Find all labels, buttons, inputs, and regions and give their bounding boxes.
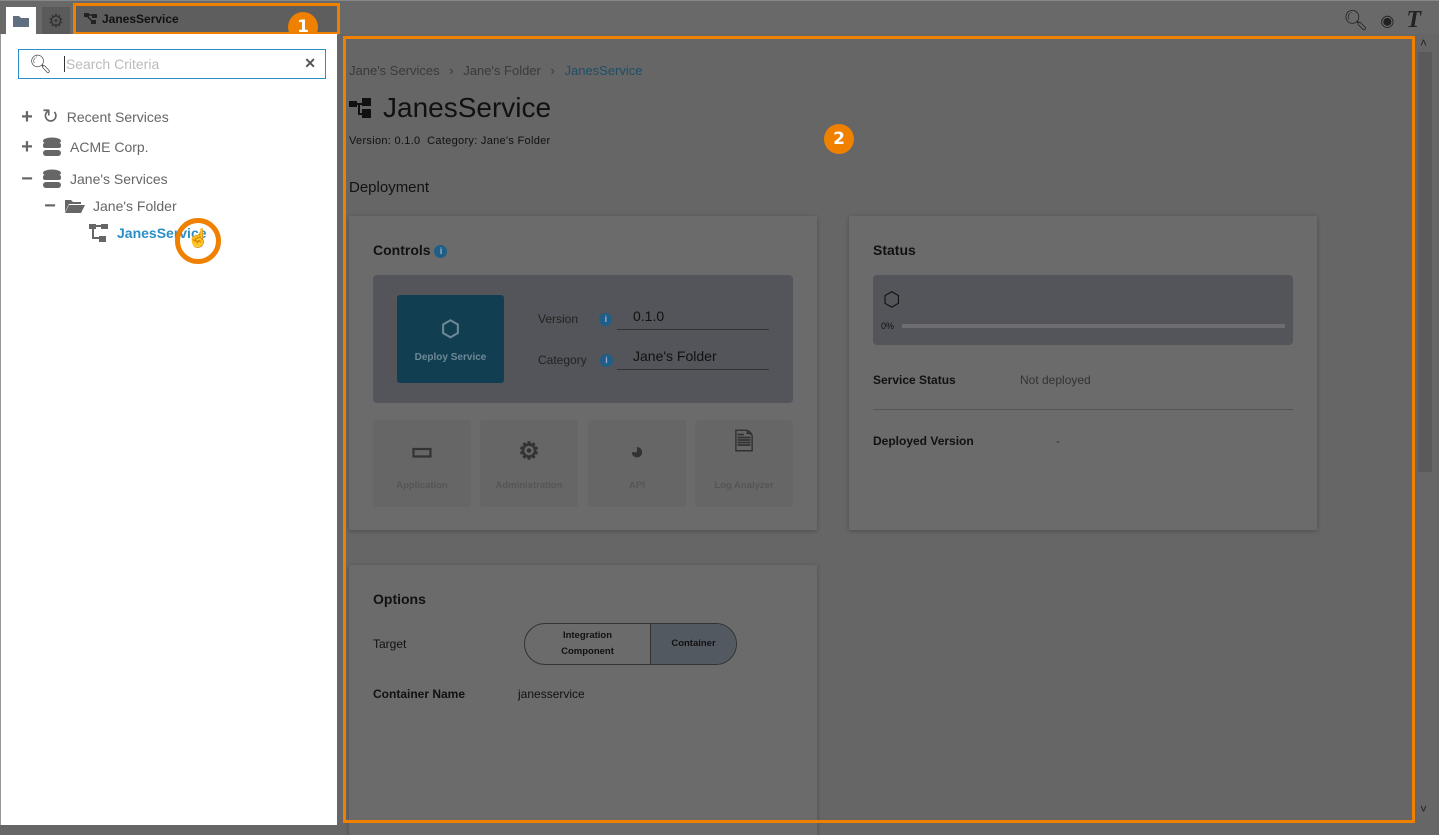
service-icon <box>84 13 97 24</box>
category-field[interactable]: Jane's Folder <box>617 348 769 370</box>
text-format-icon[interactable]: T <box>1406 7 1421 34</box>
progress-bar <box>902 324 1285 328</box>
breadcrumb-current: JanesService <box>564 63 643 78</box>
hand-cursor-icon: ☝ <box>187 228 210 248</box>
info-icon[interactable]: i <box>599 313 613 327</box>
sidebar: 🔍︎ Search Criteria ✕ + ↻ Recent Services +… <box>0 34 337 825</box>
scrollbar-thumb[interactable] <box>1418 52 1432 472</box>
category-label: Category i <box>538 353 614 368</box>
tree-item-acme[interactable]: + ACME Corp. <box>20 137 149 157</box>
expand-icon[interactable]: + <box>20 137 34 157</box>
eye-icon[interactable]: ◉ <box>1380 11 1394 31</box>
service-icon <box>349 98 371 118</box>
search-placeholder: Search Criteria <box>63 56 160 72</box>
title-text: JanesService <box>383 92 552 123</box>
tree-label: Jane's Services <box>70 171 168 187</box>
top-bar: ⚙ JanesService 1 🔍︎ ◉ T <box>0 0 1439 42</box>
status-card: Status ⬡ 0% Service Status Not deployed … <box>849 216 1317 530</box>
target-option-container[interactable]: Container <box>650 624 736 664</box>
clear-icon[interactable]: ✕ <box>304 55 316 72</box>
database-icon <box>43 137 61 156</box>
breadcrumb: Jane's Services › Jane's Folder › JanesS… <box>349 63 643 78</box>
tile-label: API <box>629 480 645 491</box>
card-title: Status <box>873 242 916 258</box>
deployed-version-label: Deployed Version <box>873 434 974 448</box>
version-field[interactable]: 0.1.0 <box>617 308 769 330</box>
info-icon[interactable]: i <box>600 354 614 368</box>
info-icon[interactable]: i <box>434 244 448 258</box>
options-card: Options Target Integration Component Con… <box>349 565 817 835</box>
api-tile[interactable]: ◕ API <box>588 420 686 507</box>
tree-label: Jane's Folder <box>93 198 177 214</box>
log-search-icon: 🗎 <box>734 429 754 456</box>
tree-label: Recent Services <box>66 108 169 125</box>
tree-item-janes-services[interactable]: − Jane's Services <box>20 169 168 189</box>
target-option-integration-component[interactable]: Integration Component <box>525 624 650 664</box>
breadcrumb-item[interactable]: Jane's Services <box>349 63 440 78</box>
application-tile[interactable]: ▭ Application <box>373 420 471 507</box>
card-title: Options <box>373 591 426 607</box>
history-icon: ↻ <box>42 106 59 128</box>
card-title: Controls <box>373 242 431 258</box>
tab-label: JanesService <box>102 12 179 26</box>
page-title: JanesService <box>349 92 551 124</box>
breadcrumb-sep: › <box>550 63 555 78</box>
target-label: Target <box>373 637 407 651</box>
tile-label: Log Analyzer <box>714 480 774 491</box>
button-label: Deploy Service <box>414 351 487 363</box>
tree-item-janes-folder[interactable]: − Jane's Folder <box>43 196 177 216</box>
breadcrumb-sep: › <box>449 63 454 78</box>
search-icon: 🔍︎ <box>29 53 52 74</box>
deploy-service-button[interactable]: ⬡ Deploy Service <box>397 295 504 383</box>
version-label: Version i <box>538 312 613 327</box>
folder-icon <box>13 16 29 27</box>
target-toggle: Integration Component Container <box>524 623 737 665</box>
search-icon[interactable]: 🔍︎ <box>1343 8 1368 33</box>
service-status-label: Service Status <box>873 373 956 387</box>
breadcrumb-item[interactable]: Jane's Folder <box>463 63 541 78</box>
service-meta: Version: 0.1.0 Category: Jane's Folder <box>349 135 551 147</box>
deploy-panel: ⬡ Deploy Service Version i 0.1.0 Category… <box>373 275 793 403</box>
tree-item-recent-services[interactable]: + ↻ Recent Services <box>20 104 169 129</box>
collapse-icon[interactable]: − <box>43 196 57 216</box>
tile-label: Application <box>396 480 448 491</box>
divider <box>873 409 1293 410</box>
scroll-up-icon[interactable]: ˄ <box>1420 36 1427 50</box>
tab-settings[interactable]: ⚙ <box>42 7 70 35</box>
service-status-value: Not deployed <box>1020 373 1091 387</box>
log-analyzer-tile[interactable]: 🗎 Log Analyzer <box>695 420 793 507</box>
folder-open-icon <box>65 200 85 213</box>
deploy-package-icon: ⬡ <box>440 315 461 341</box>
deploy-package-icon: ⬡ <box>883 289 901 311</box>
container-name-label: Container Name <box>373 687 466 701</box>
search-input[interactable]: 🔍︎ Search Criteria ✕ <box>18 49 326 79</box>
container-name-value: janesservice <box>518 687 585 701</box>
expand-icon[interactable]: + <box>20 107 34 127</box>
settings-cube-icon: ⚙ <box>518 438 540 465</box>
section-heading: Deployment <box>349 179 430 196</box>
scroll-down-icon[interactable]: ˅ <box>1420 802 1427 816</box>
database-icon <box>43 169 61 188</box>
service-icon <box>89 224 108 242</box>
collapse-icon[interactable]: − <box>20 169 34 189</box>
devices-icon: ▭ <box>410 438 434 465</box>
deployed-version-value: - <box>1056 434 1060 448</box>
tile-label: Administration <box>495 480 563 491</box>
callout-badge-2: 2 <box>824 124 854 154</box>
progress-label: 0% <box>881 321 895 331</box>
controls-card: Controls i ⬡ Deploy Service Version i 0.1… <box>349 216 817 530</box>
gear-icon: ⚙ <box>47 10 65 31</box>
administration-tile[interactable]: ⚙ Administration <box>480 420 578 507</box>
api-icon: ◕ <box>629 438 645 465</box>
tree-label: ACME Corp. <box>70 139 149 155</box>
progress-panel: ⬡ 0% <box>873 275 1293 345</box>
tab-repository[interactable] <box>6 7 36 35</box>
